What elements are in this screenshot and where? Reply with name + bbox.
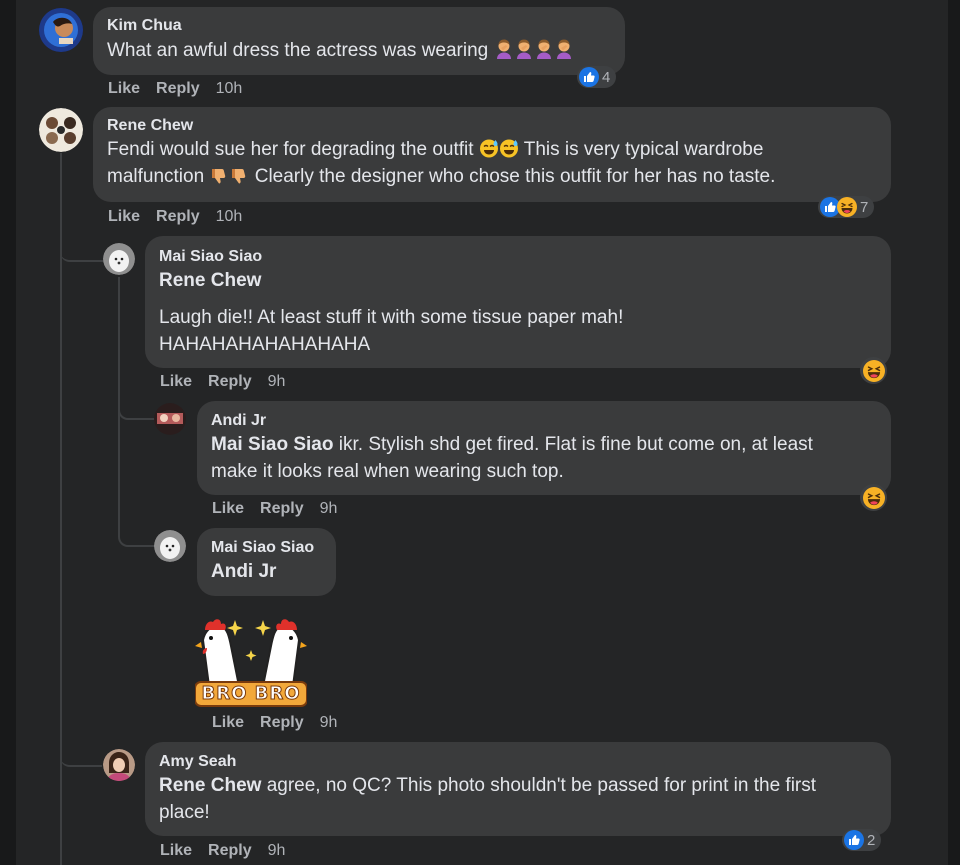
timestamp[interactable]: 9h (320, 714, 338, 732)
like-button[interactable]: Like (212, 714, 244, 732)
avatar-image-icon (103, 243, 135, 275)
reply-text: agree, no QC? This photo shouldn't be pa… (266, 775, 817, 796)
reaction-count: 2 (867, 831, 876, 849)
timestamp[interactable]: 9h (268, 842, 286, 860)
avatar[interactable] (103, 243, 135, 275)
like-button[interactable]: Like (108, 208, 140, 226)
timestamp[interactable]: 10h (216, 208, 243, 226)
reply-button[interactable]: Reply (260, 714, 304, 732)
reply-text: HAHAHAHAHAHAHAHA (159, 334, 371, 355)
reply-text-line: Mai Siao Siao ikr. Stylish shd get fired… (211, 431, 877, 458)
reply-button[interactable]: Reply (208, 842, 252, 860)
comment-bubble: Rene Chew Fendi would sue her for degrad… (93, 107, 891, 202)
reply-text: ikr. Stylish shd get fired. Flat is fine… (338, 434, 813, 455)
like-button[interactable]: Like (108, 80, 140, 98)
timestamp[interactable]: 10h (216, 80, 243, 98)
thread-connector (118, 398, 156, 420)
reply-text-line: Rene Chew agree, no QC? This photo shoul… (159, 772, 877, 799)
comment-author[interactable]: Rene Chew (107, 116, 877, 136)
comment-text-line: malfunction Clearly the designer who cho… (107, 163, 877, 190)
reaction-count: 4 (602, 68, 611, 86)
laugh-icon (837, 197, 857, 217)
reply-actions: Like Reply 9h (212, 714, 337, 732)
avatar-image-icon (154, 403, 186, 435)
reply-button[interactable]: Reply (156, 80, 200, 98)
like-icon (579, 67, 599, 87)
avatar[interactable] (39, 108, 83, 152)
reaction-summary[interactable]: 7 (818, 196, 875, 218)
mention-link[interactable]: Mai Siao Siao (211, 434, 333, 455)
reply-text: place! (159, 802, 210, 823)
comment-text: This is very typical wardrobe (523, 139, 764, 160)
window-frame-left (0, 0, 16, 865)
mention-link[interactable]: Andi Jr (211, 558, 322, 585)
sticker-text: BRO BRO (201, 683, 301, 705)
avatar[interactable] (154, 403, 186, 435)
timestamp[interactable]: 9h (320, 500, 338, 518)
rooster-sticker-icon[interactable]: BRO BRO (194, 610, 308, 708)
thread-connector (60, 232, 104, 262)
thumbs-down-emoji-icon (229, 165, 249, 185)
comment-text: Clearly the designer who chose this outf… (254, 166, 776, 187)
reply-bubble: Andi Jr Mai Siao Siao ikr. Stylish shd g… (197, 401, 891, 495)
comment-actions: Like Reply 10h (108, 208, 242, 226)
reply-bubble: Amy Seah Rene Chew agree, no QC? This ph… (145, 742, 891, 836)
reply-text: make it looks real when wearing such top… (211, 461, 564, 482)
reaction-summary[interactable] (860, 357, 887, 384)
comment-author[interactable]: Kim Chua (107, 16, 611, 36)
like-button[interactable]: Like (160, 373, 192, 391)
facepalm-emoji-icon (554, 39, 574, 59)
comment-text: What an awful dress the actress was wear… (107, 40, 489, 61)
reply-bubble: Mai Siao Siao Andi Jr (197, 528, 336, 596)
avatar-image-icon (39, 108, 83, 152)
reply-button[interactable]: Reply (156, 208, 200, 226)
reply-text: Laugh die!! At least stuff it with some … (159, 307, 624, 328)
reply-author[interactable]: Mai Siao Siao (211, 538, 322, 558)
avatar-image-icon (39, 8, 83, 52)
sweat-smile-emoji-icon (479, 138, 499, 158)
comment-bubble: Kim Chua What an awful dress the actress… (93, 7, 625, 75)
reply-actions: Like Reply 9h (160, 373, 285, 391)
thumbs-down-emoji-icon (209, 165, 229, 185)
avatar[interactable] (39, 8, 83, 52)
like-button[interactable]: Like (160, 842, 192, 860)
comment-text: Fendi would sue her for degrading the ou… (107, 139, 474, 160)
reply-author[interactable]: Amy Seah (159, 752, 877, 772)
laugh-icon (863, 487, 885, 509)
comment-actions: Like Reply 10h (108, 80, 242, 98)
reaction-summary[interactable]: 2 (842, 829, 882, 851)
like-button[interactable]: Like (212, 500, 244, 518)
comment-text-line: Fendi would sue her for degrading the ou… (107, 136, 877, 163)
sweat-smile-emoji-icon (499, 138, 519, 158)
facepalm-emoji-icon (514, 39, 534, 59)
avatar-image-icon (154, 530, 186, 562)
facepalm-emoji-icon (494, 39, 514, 59)
reply-button[interactable]: Reply (260, 500, 304, 518)
comment-text-line: What an awful dress the actress was wear… (107, 37, 611, 64)
reply-author[interactable]: Andi Jr (211, 411, 877, 431)
reply-actions: Like Reply 9h (160, 842, 285, 860)
like-icon (844, 830, 864, 850)
reply-bubble: Mai Siao Siao Rene Chew Laugh die!! At l… (145, 236, 891, 368)
reply-author[interactable]: Mai Siao Siao (159, 247, 877, 267)
comment-text: malfunction (107, 166, 205, 187)
facepalm-emoji-icon (534, 39, 554, 59)
reply-actions: Like Reply 9h (212, 500, 337, 518)
reaction-count: 7 (860, 198, 869, 216)
mention-link[interactable]: Rene Chew (159, 267, 877, 294)
laugh-icon (863, 360, 885, 382)
avatar-image-icon (103, 749, 135, 781)
thread-connector (118, 525, 156, 547)
window-frame-right (948, 0, 960, 865)
reaction-summary[interactable]: 4 (577, 66, 617, 88)
thread-connector (60, 745, 102, 767)
mention-link[interactable]: Rene Chew (159, 775, 261, 796)
avatar[interactable] (154, 530, 186, 562)
avatar[interactable] (103, 749, 135, 781)
reply-button[interactable]: Reply (208, 373, 252, 391)
timestamp[interactable]: 9h (268, 373, 286, 391)
reaction-summary[interactable] (860, 484, 887, 511)
